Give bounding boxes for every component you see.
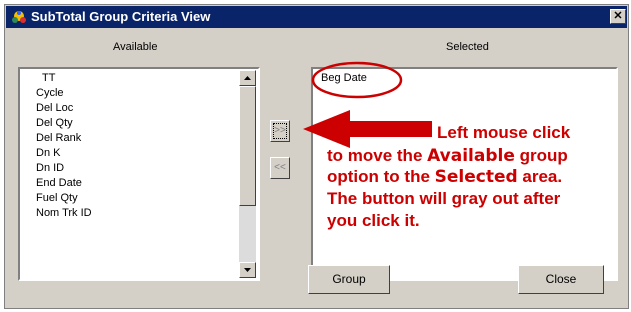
move-right-button[interactable]: >>: [270, 120, 290, 142]
selected-header: Selected: [446, 41, 489, 53]
group-button[interactable]: Group: [308, 265, 390, 294]
move-left-button[interactable]: <<: [270, 157, 290, 179]
list-item[interactable]: Nom Trk ID: [36, 207, 92, 219]
title-bar[interactable]: SubTotal Group Criteria View ✕: [6, 6, 627, 28]
close-icon[interactable]: ✕: [610, 9, 626, 24]
window-title: SubTotal Group Criteria View: [31, 9, 211, 24]
list-item[interactable]: TT: [42, 72, 55, 84]
annotation-line-5: you click it.: [327, 211, 420, 230]
annotation-line-2: to move the Available group: [327, 146, 568, 166]
list-item[interactable]: Del Qty: [36, 117, 73, 129]
arrow-up-icon: [244, 76, 251, 80]
app-icon: [12, 11, 26, 23]
list-item[interactable]: Dn ID: [36, 162, 64, 174]
annotation-line-4: The button will gray out after: [327, 189, 561, 208]
scroll-down-button[interactable]: [239, 262, 256, 278]
scroll-up-button[interactable]: [239, 70, 256, 86]
list-item[interactable]: Beg Date: [321, 72, 367, 84]
list-item[interactable]: Cycle: [36, 87, 64, 99]
available-list[interactable]: TT Cycle Del Loc Del Qty Del Rank Dn K D…: [18, 67, 260, 281]
list-item[interactable]: End Date: [36, 177, 82, 189]
annotation-line-3: option to the Selected area.: [327, 167, 563, 187]
vertical-scrollbar[interactable]: [239, 70, 256, 278]
annotation-line-1: Left mouse click: [437, 123, 571, 142]
list-item[interactable]: Del Rank: [36, 132, 81, 144]
available-header: Available: [113, 41, 158, 53]
scroll-thumb[interactable]: [239, 86, 256, 206]
arrow-down-icon: [244, 268, 251, 272]
close-button[interactable]: Close: [518, 265, 604, 294]
list-item[interactable]: Dn K: [36, 147, 60, 159]
list-item[interactable]: Del Loc: [36, 102, 73, 114]
list-item[interactable]: Fuel Qty: [36, 192, 78, 204]
